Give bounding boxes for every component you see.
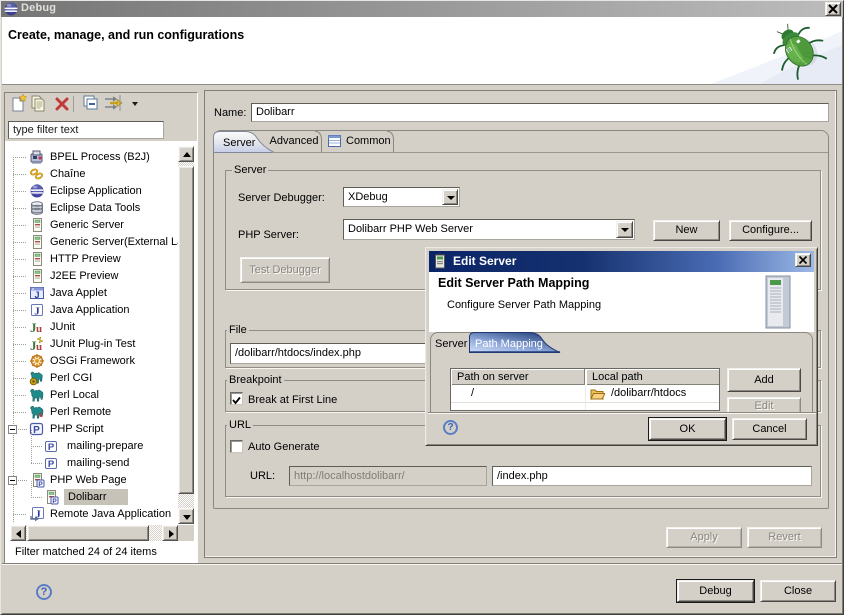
svg-text:J: J <box>34 290 39 300</box>
svg-text:u: u <box>36 323 42 335</box>
svg-text:P: P <box>33 425 40 436</box>
svg-text:Server: Server <box>223 137 256 149</box>
svg-text:P: P <box>48 442 55 453</box>
svg-text:P: P <box>38 481 43 488</box>
svg-text:Path Mapping: Path Mapping <box>475 338 543 350</box>
svg-text:P: P <box>52 498 57 505</box>
svg-text:J: J <box>34 306 40 318</box>
svg-text:P: P <box>48 459 55 470</box>
